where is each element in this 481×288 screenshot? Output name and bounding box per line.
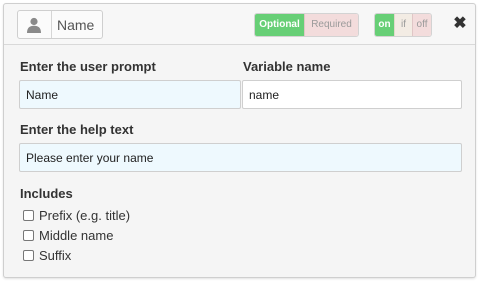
help-text-label: Enter the help text [20,122,134,137]
prefix-checkbox[interactable] [23,209,34,221]
prompt-label: Enter the user prompt [20,59,156,74]
visibility-on-button[interactable]: on [375,14,394,36]
visibility-if-button[interactable]: if [394,14,412,36]
close-icon[interactable]: ✖ [450,13,470,35]
optional-button[interactable]: Optional [255,14,304,36]
prompt-input[interactable] [19,80,241,109]
visibility-toggle: on if off [374,13,432,37]
field-name-chip[interactable]: Name [17,10,103,39]
help-text-input[interactable] [19,143,462,172]
visibility-off-button[interactable]: off [412,14,431,36]
includes-label: Includes [20,186,73,201]
field-editor-panel: Name Optional Required on if off ✖ Enter… [3,3,476,278]
field-name-label: Name [57,17,95,33]
variable-name-input[interactable] [242,80,462,109]
middle-name-checkbox[interactable] [23,229,34,241]
include-suffix-option[interactable]: Suffix [23,246,71,264]
prefix-label: Prefix (e.g. title) [39,207,131,223]
suffix-checkbox[interactable] [23,249,34,261]
suffix-label: Suffix [39,247,72,263]
user-icon [18,11,52,38]
field-header: Name Optional Required on if off ✖ [4,4,475,45]
middle-name-label: Middle name [39,227,114,243]
include-middle-name-option[interactable]: Middle name [23,226,113,244]
requirement-toggle: Optional Required [254,13,359,37]
include-prefix-option[interactable]: Prefix (e.g. title) [23,206,130,224]
required-button[interactable]: Required [304,14,358,36]
variable-name-label: Variable name [243,59,331,74]
